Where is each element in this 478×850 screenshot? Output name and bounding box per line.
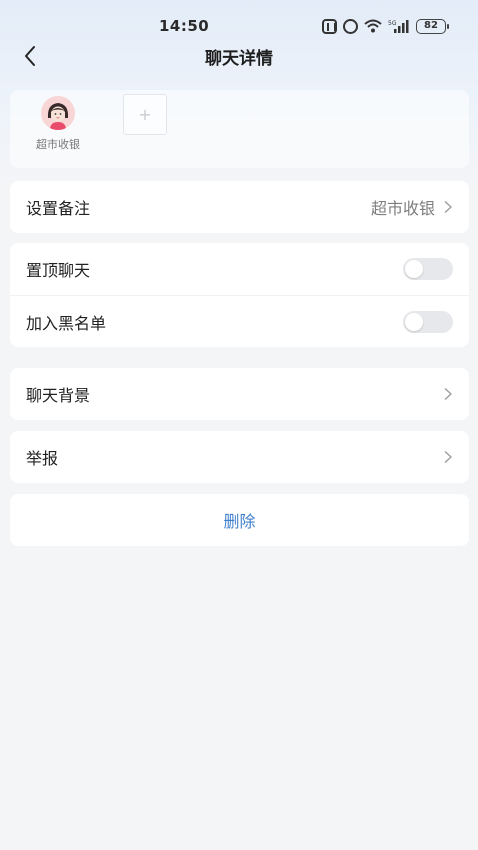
chat-background-label: 聊天背景 (26, 386, 91, 405)
set-remark-right: 超市收银 (371, 181, 453, 233)
set-remark-label: 设置备注 (26, 199, 91, 218)
remark-value: 超市收银 (370, 199, 435, 218)
member-name: 超市收银 (36, 138, 80, 151)
status-time: 14:50 (159, 17, 210, 35)
blacklist-row: 加入黑名单 (10, 295, 469, 347)
add-member-button[interactable]: + (123, 94, 167, 135)
report-card: 举报 (10, 431, 469, 483)
pin-chat-row: 置顶聊天 (10, 243, 469, 295)
status-icons: 5G 82 (322, 17, 449, 35)
signal-5g-icon: 5G (388, 19, 410, 34)
pin-chat-toggle[interactable] (403, 258, 453, 280)
chat-background-right (443, 368, 453, 420)
delete-button[interactable]: 删除 (10, 494, 469, 546)
chat-background-card: 聊天背景 (10, 368, 469, 420)
chevron-right-icon (444, 451, 452, 463)
nav-bar: 聊天详情 (0, 38, 478, 74)
toggles-card: 置顶聊天 加入黑名单 (10, 243, 469, 347)
pin-chat-right (403, 243, 453, 295)
member-item[interactable]: 超市收银 (28, 96, 88, 152)
toggle-knob (405, 312, 423, 331)
delete-card: 删除 (10, 494, 469, 546)
nfc-icon (322, 18, 337, 34)
set-remark-row[interactable]: 设置备注 超市收银 (10, 181, 469, 233)
chat-background-row[interactable]: 聊天背景 (10, 368, 469, 420)
report-row[interactable]: 举报 (10, 431, 469, 483)
alarm-icon (343, 18, 358, 34)
remark-card: 设置备注 超市收银 (10, 181, 469, 233)
chevron-right-icon (444, 388, 452, 400)
wifi-icon (364, 19, 382, 33)
toggle-knob (405, 260, 423, 278)
network-type-label: 5G (388, 20, 397, 27)
chat-details-page: 14:50 5G 82 聊天详情 超市收银 + 设置备注 超市收银 置顶聊天 加… (0, 0, 478, 850)
avatar[interactable] (41, 96, 75, 130)
blacklist-toggle[interactable] (403, 310, 453, 333)
battery-icon: 82 (416, 18, 449, 34)
report-label: 举报 (26, 449, 59, 468)
pin-chat-label: 置顶聊天 (26, 261, 91, 280)
page-title: 聊天详情 (205, 49, 273, 69)
blacklist-label: 加入黑名单 (26, 313, 107, 333)
blacklist-right (403, 296, 453, 347)
report-right (443, 431, 453, 483)
status-bar: 14:50 5G 82 (0, 0, 478, 38)
chevron-right-icon (444, 201, 452, 213)
members-section: 超市收银 + (10, 90, 469, 168)
